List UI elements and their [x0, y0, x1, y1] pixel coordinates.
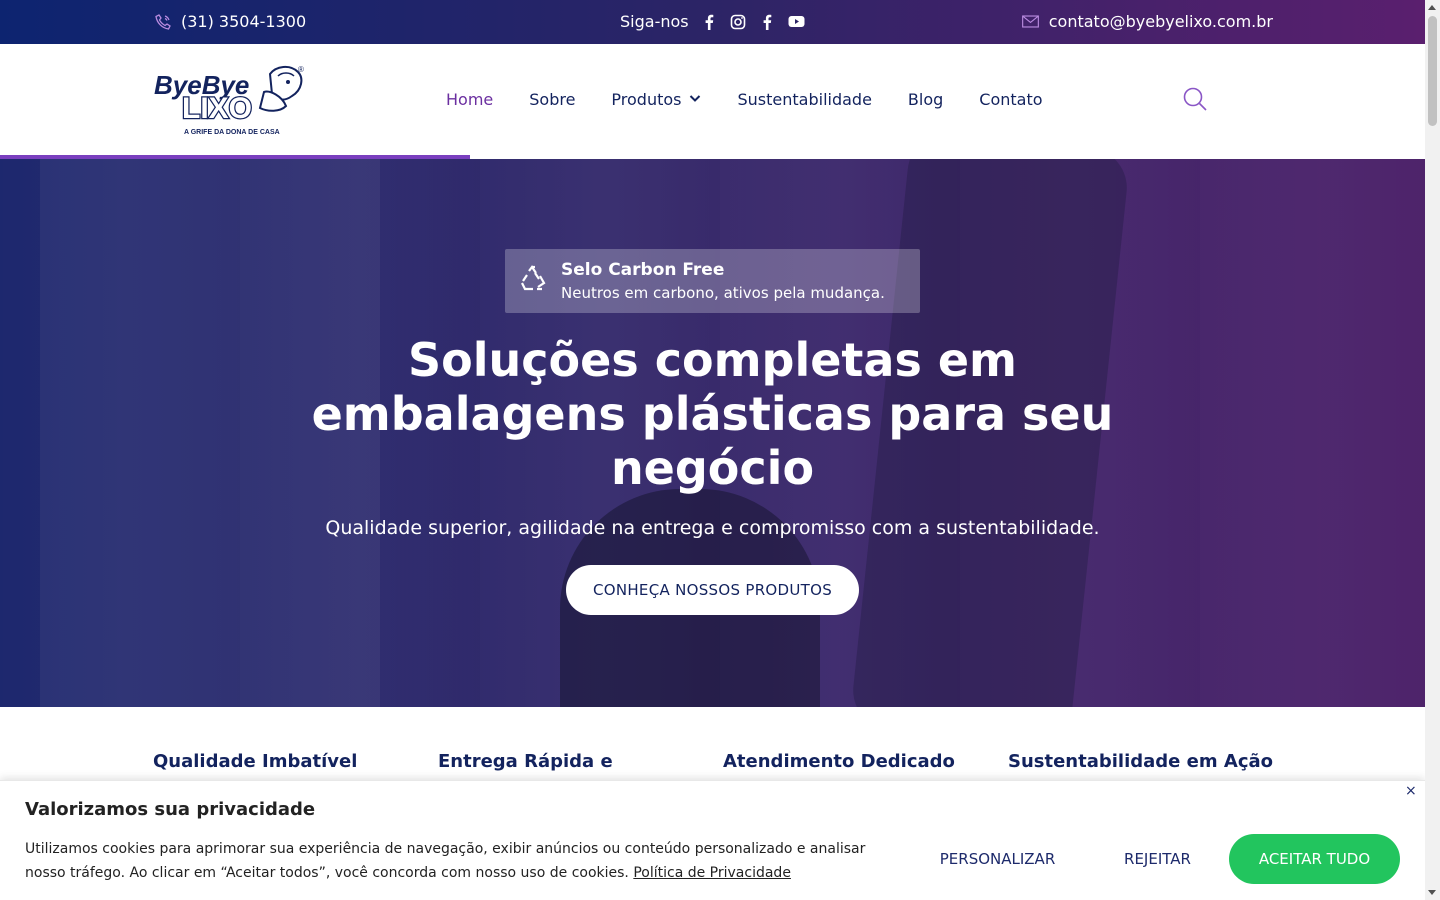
nav-label: Sustentabilidade — [737, 90, 872, 109]
phone-icon — [154, 13, 171, 30]
logo-line2: LIXO — [182, 92, 252, 125]
follow-label: Siga-nos — [620, 12, 689, 31]
feature-title: Qualidade Imbatível — [153, 751, 358, 772]
brand-logo[interactable]: ByeBye LIXO A GRIFE DA DONA DE CASA ® — [152, 62, 310, 140]
reject-button[interactable]: REJEITAR — [1100, 834, 1215, 884]
nav-item-contato[interactable]: Contato — [979, 90, 1042, 109]
email-contact[interactable]: contato@byebyelixo.com.br — [1021, 12, 1273, 31]
logo-tagline: A GRIFE DA DONA DE CASA — [184, 129, 280, 136]
nav-label: Home — [446, 90, 494, 109]
logo-registered: ® — [298, 65, 304, 74]
nav-label: Contato — [979, 90, 1043, 109]
feature-title: Sustentabilidade em Ação — [1008, 751, 1273, 772]
mail-icon — [1021, 13, 1039, 30]
search-icon[interactable] — [1182, 86, 1208, 112]
scroll-up-arrow[interactable] — [1428, 5, 1436, 10]
cookie-title: Valorizamos sua privacidade — [25, 799, 316, 820]
phone-contact[interactable]: (31) 3504-1300 — [154, 12, 306, 31]
cookie-banner: × Valorizamos sua privacidade Utilizamos… — [0, 780, 1425, 900]
phone-number[interactable]: (31) 3504-1300 — [181, 12, 306, 31]
feature-title: Atendimento Dedicado — [723, 751, 955, 772]
facebook-icon[interactable] — [701, 13, 718, 30]
badge-title: Selo Carbon Free — [561, 260, 725, 280]
nav-item-home[interactable]: Home — [446, 90, 493, 109]
privacy-policy-link[interactable]: Política de Privacidade — [633, 865, 791, 881]
scrollbar-thumb[interactable] — [1428, 16, 1437, 126]
nav-item-sustentabilidade[interactable]: Sustentabilidade — [738, 90, 872, 109]
carbon-free-badge: Selo Carbon Free Neutros em carbono, ati… — [505, 249, 920, 313]
hero-subheadline: Qualidade superior, agilidade na entrega… — [325, 517, 1100, 539]
email-address[interactable]: contato@byebyelixo.com.br — [1049, 12, 1273, 31]
facebook-icon[interactable] — [759, 13, 776, 30]
nav-item-sobre[interactable]: Sobre — [529, 90, 575, 109]
social-links: Siga-nos — [620, 12, 805, 31]
youtube-icon[interactable] — [788, 13, 805, 30]
main-nav: Home Sobre Produtos Sustentabilidade Blo… — [446, 90, 1043, 109]
products-cta-button[interactable]: CONHEÇA NOSSOS PRODUTOS — [566, 565, 859, 615]
nav-item-blog[interactable]: Blog — [908, 90, 943, 109]
nav-item-produtos[interactable]: Produtos — [611, 90, 701, 109]
badge-subtitle: Neutros em carbono, ativos pela mudança. — [561, 284, 885, 302]
recycle-icon — [519, 265, 547, 297]
accept-all-button[interactable]: ACEITAR TUDO — [1229, 834, 1400, 884]
nav-label: Produtos — [611, 90, 682, 109]
chevron-down-icon — [688, 90, 702, 109]
nav-label: Sobre — [529, 90, 576, 109]
nav-label: Blog — [907, 90, 944, 109]
site-header: ByeBye LIXO A GRIFE DA DONA DE CASA ® Ho… — [0, 44, 1425, 157]
cookie-text: Utilizamos cookies para aprimorar sua ex… — [25, 837, 895, 885]
hero-headline: Soluções completas em embalagens plástic… — [311, 333, 1114, 495]
scroll-down-arrow[interactable] — [1428, 890, 1436, 895]
instagram-icon[interactable] — [730, 13, 747, 30]
top-bar: (31) 3504-1300 Siga-nos contato@byebyeli… — [0, 0, 1425, 44]
customize-button[interactable]: PERSONALIZAR — [915, 834, 1080, 884]
feature-title: Entrega Rápida e — [438, 751, 613, 772]
page-scrollbar[interactable] — [1425, 0, 1440, 900]
close-icon[interactable]: × — [1405, 783, 1417, 799]
hero-section: Selo Carbon Free Neutros em carbono, ati… — [0, 159, 1425, 707]
